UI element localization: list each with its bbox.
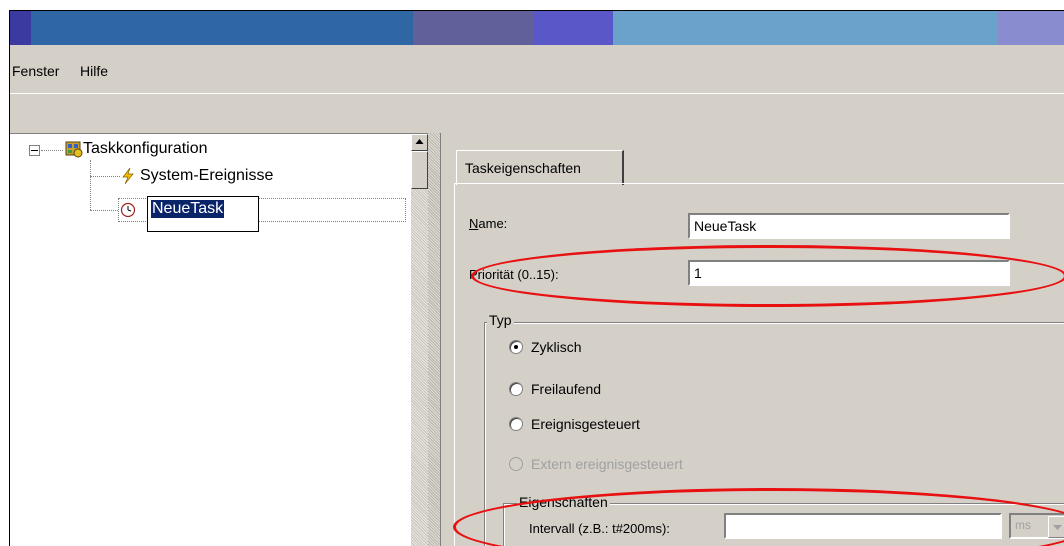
tab-taskeigenschaften[interactable]: Taskeigenschaften — [456, 150, 624, 185]
props-group-title: Eigenschaften — [517, 494, 610, 510]
chevron-down-icon[interactable] — [1048, 516, 1064, 538]
scroll-thumb[interactable] — [411, 151, 428, 189]
radio-zyklisch[interactable]: Zyklisch — [509, 339, 582, 355]
radio-unchecked-icon — [509, 417, 523, 431]
radio-extern-ereignisgesteuert: Extern ereignisgesteuert — [509, 456, 683, 472]
unit-select[interactable]: ms — [1009, 513, 1064, 539]
tree-item-system-ereignisse[interactable]: System-Ereignisse — [140, 167, 273, 185]
radio-freilaufend[interactable]: Freilaufend — [509, 381, 601, 397]
name-field[interactable] — [688, 213, 1010, 239]
unit-select-value: ms — [1015, 518, 1031, 532]
tree-root-label[interactable]: Taskkonfiguration — [83, 140, 208, 158]
interval-field[interactable] — [724, 513, 1002, 539]
title-bar — [10, 11, 1064, 45]
pane-splitter[interactable] — [428, 133, 440, 546]
tree-expander-icon[interactable] — [29, 145, 40, 156]
radio-unchecked-icon — [509, 382, 523, 396]
menu-hilfe[interactable]: Hilfe — [80, 63, 108, 79]
tree-edit-box[interactable]: NeueTask — [147, 196, 259, 232]
scroll-up-button[interactable] — [411, 134, 428, 151]
task-config-icon — [65, 140, 83, 158]
tab-label: Taskeigenschaften — [465, 160, 581, 176]
radio-ereignisgesteuert[interactable]: Ereignisgesteuert — [509, 416, 640, 432]
priority-field[interactable] — [688, 260, 1010, 286]
name-label: Name: — [469, 216, 508, 231]
radio-freilaufend-label: Freilaufend — [531, 381, 602, 397]
tree-item-neuetask[interactable]: NeueTask — [151, 200, 225, 218]
tree-scrollbar[interactable] — [411, 134, 428, 546]
toolbar — [10, 93, 1064, 135]
application-window: Fenster Hilfe Taskkonfiguration System-E… — [9, 10, 1064, 546]
radio-disabled-icon — [509, 457, 523, 471]
interval-label: Intervall (z.B.: t#200ms): — [529, 521, 670, 536]
priority-label: Priorität (0..15): — [469, 267, 559, 282]
radio-zyklisch-label: Zyklisch — [531, 339, 582, 355]
task-tree: Taskkonfiguration System-Ereignisse Neue… — [10, 133, 428, 546]
menu-bar: Fenster Hilfe — [10, 45, 1064, 93]
arrow-up-icon — [415, 139, 424, 144]
radio-ereignisgesteuert-label: Ereignisgesteuert — [531, 416, 640, 432]
properties-pane: Taskeigenschaften Name: Priorität (0..15… — [440, 133, 1064, 546]
type-group-title: Typ — [487, 312, 514, 328]
menu-fenster[interactable]: Fenster — [12, 63, 59, 79]
lightning-icon — [121, 167, 135, 185]
radio-checked-icon — [509, 340, 523, 354]
radio-extern-label: Extern ereignisgesteuert — [531, 456, 683, 472]
